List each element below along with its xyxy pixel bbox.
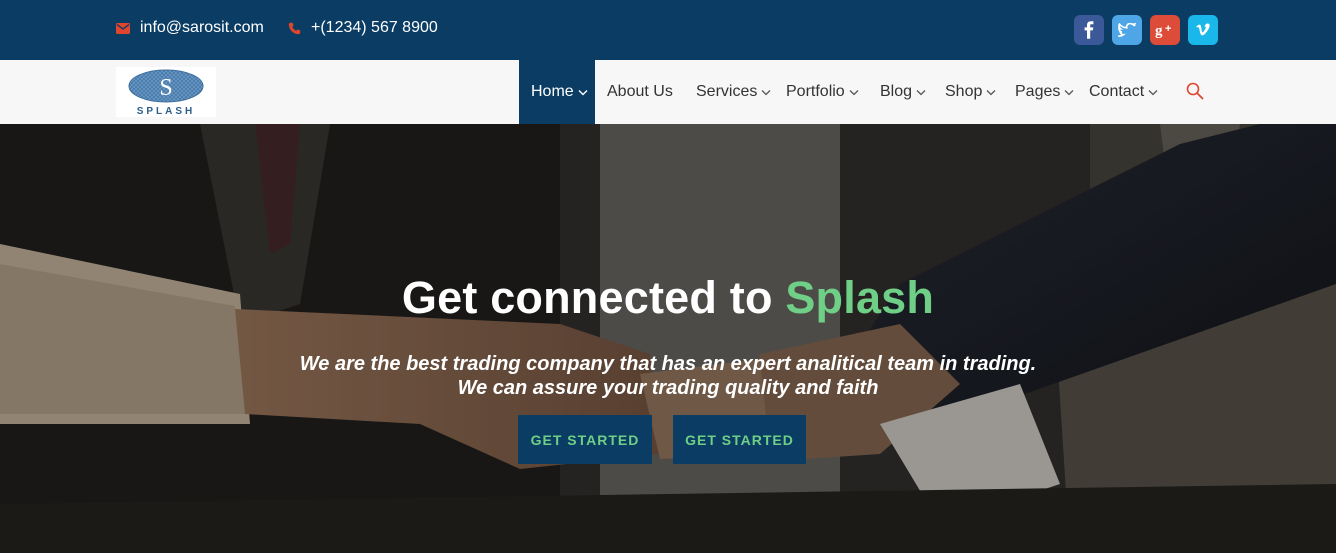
nav-item-label: Pages bbox=[1015, 83, 1061, 100]
nav-item-label: Shop bbox=[945, 83, 983, 100]
nav-item-label: Blog bbox=[880, 83, 913, 100]
chevron-down-icon bbox=[578, 83, 588, 101]
get-started-button-secondary[interactable]: GET STARTED bbox=[673, 415, 806, 464]
nav-item-about-us[interactable]: About Us bbox=[595, 60, 685, 124]
chevron-down-icon bbox=[1064, 83, 1074, 101]
chevron-down-icon bbox=[1148, 83, 1158, 101]
nav-item-label: Portfolio bbox=[786, 83, 845, 100]
nav-item-pages[interactable]: Pages bbox=[1003, 60, 1086, 124]
nav-item-shop[interactable]: Shop bbox=[933, 60, 1008, 124]
site-logo[interactable]: S SPLASH bbox=[116, 67, 216, 117]
chevron-down-icon bbox=[761, 83, 771, 101]
chevron-down-icon bbox=[849, 83, 859, 101]
top-bar: info@sarosit.com +(1234) 567 8900 g + bbox=[0, 0, 1336, 60]
envelope-icon bbox=[116, 21, 130, 35]
main-navbar: S SPLASH Home About Us Services Portfoli… bbox=[0, 60, 1336, 124]
nav-item-label: Services bbox=[696, 83, 758, 100]
svg-text:+: + bbox=[1165, 23, 1171, 35]
nav-item-label: About Us bbox=[607, 83, 673, 100]
google-plus-icon[interactable]: g + bbox=[1150, 15, 1180, 45]
hero-subtitle-line-1: We are the best trading company that has… bbox=[299, 353, 1037, 375]
phone-icon bbox=[287, 21, 301, 35]
nav-item-blog[interactable]: Blog bbox=[868, 60, 938, 124]
svg-text:g: g bbox=[1155, 23, 1163, 38]
facebook-icon[interactable] bbox=[1074, 15, 1104, 45]
nav-item-label: Home bbox=[531, 83, 574, 100]
contact-phone[interactable]: +(1234) 567 8900 bbox=[287, 0, 438, 56]
hero-subtitle: We are the best trading company that has… bbox=[0, 352, 1336, 400]
hero-title-prefix: Get connected to bbox=[401, 272, 786, 323]
search-icon[interactable] bbox=[1186, 82, 1206, 102]
email-text: info@sarosit.com bbox=[140, 19, 264, 36]
nav-item-services[interactable]: Services bbox=[684, 60, 783, 124]
logo-letter: S bbox=[159, 75, 172, 101]
hero-subtitle-line-2: We can assure your trading quality and f… bbox=[457, 377, 879, 399]
contact-email[interactable]: info@sarosit.com bbox=[116, 0, 264, 56]
phone-text: +(1234) 567 8900 bbox=[311, 19, 438, 36]
nav-item-portfolio[interactable]: Portfolio bbox=[774, 60, 871, 124]
get-started-button-primary[interactable]: GET STARTED bbox=[518, 415, 652, 464]
nav-item-label: Contact bbox=[1089, 83, 1145, 100]
hero-title: Get connected to Splash bbox=[0, 272, 1336, 324]
chevron-down-icon bbox=[916, 83, 926, 101]
logo-text: SPLASH bbox=[137, 106, 196, 117]
hero-dark-overlay bbox=[0, 124, 1336, 553]
vimeo-icon[interactable] bbox=[1188, 15, 1218, 45]
nav-item-contact[interactable]: Contact bbox=[1077, 60, 1170, 124]
hero-banner: Get connected to Splash We are the best … bbox=[0, 124, 1336, 553]
hero-title-accent: Splash bbox=[785, 272, 935, 323]
chevron-down-icon bbox=[986, 83, 996, 101]
nav-item-home[interactable]: Home bbox=[519, 60, 595, 124]
twitter-icon[interactable] bbox=[1112, 15, 1142, 45]
